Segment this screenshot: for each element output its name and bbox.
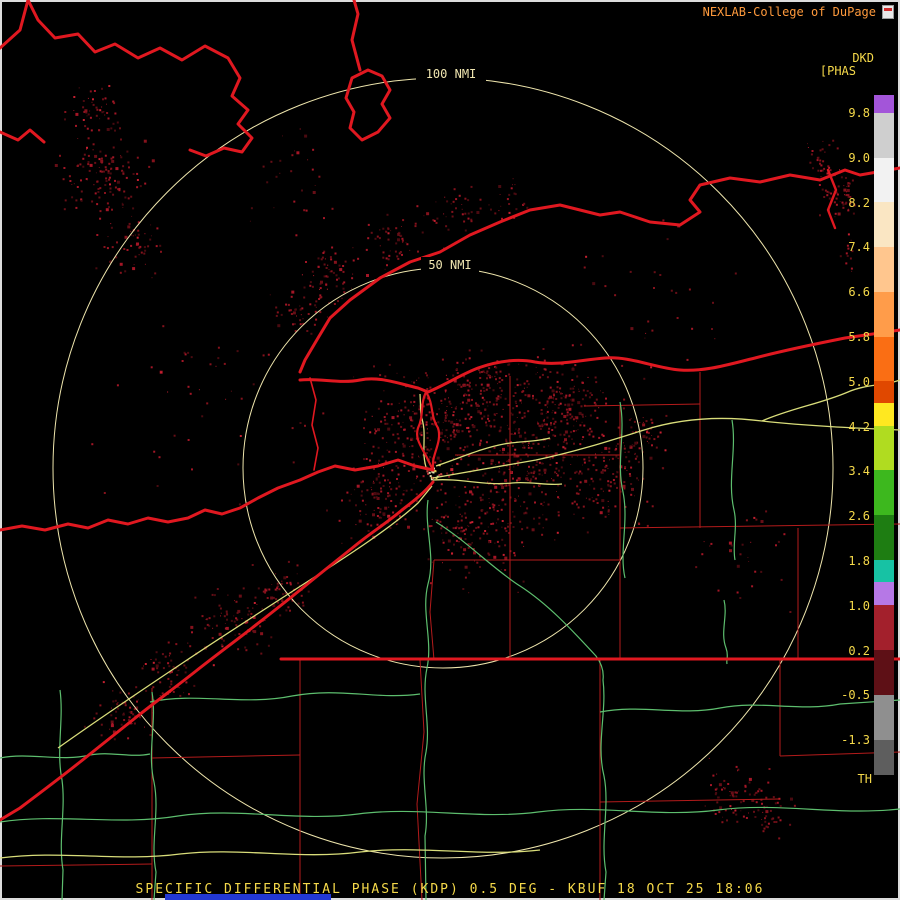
major-roads-layer [0, 380, 900, 858]
colorbar-tick-label: 6.6 [822, 285, 870, 299]
radar-display: 100 NMI 50 NMI NEXLAB-College of DuPage … [0, 0, 900, 900]
colorbar-segment [874, 470, 894, 515]
colorbar-tick-label: 5.0 [822, 375, 870, 389]
canada-shoreline [28, 0, 252, 156]
range-ring-50nmi [243, 268, 643, 668]
colorbar-segment [874, 650, 894, 695]
range-rings-layer [53, 78, 833, 858]
range-ring-100nmi [53, 78, 833, 858]
colorbar-tick-label: 4.2 [822, 420, 870, 434]
colorbar-segment [874, 202, 894, 247]
colorbar-segment [874, 337, 894, 381]
ring-label-50nmi: 50 NMI [428, 258, 471, 272]
colorbar-segment [874, 247, 894, 292]
colorbar-tick-label: -0.5 [822, 688, 870, 702]
lake-ontario-north-shore [300, 168, 900, 372]
brand-link[interactable]: NEXLAB-College of DuPage [703, 5, 876, 19]
colorbar-tick-label: 9.0 [822, 151, 870, 165]
colorbar-tick-label: -1.3 [822, 733, 870, 747]
colorbar-segment [874, 695, 894, 740]
range-ring-labels: 100 NMI 50 NMI [416, 66, 486, 272]
colorbar-segment [874, 515, 894, 560]
colorbar-tick-label: 1.8 [822, 554, 870, 568]
lake-erie-north-shore [0, 460, 433, 530]
state-borders-layer [0, 0, 900, 820]
colorbar-segment [874, 740, 894, 775]
lake-erie-us-shore [0, 482, 433, 820]
colorbar-tick-label: 7.4 [822, 240, 870, 254]
colorbar-product-code: DKD [852, 51, 874, 65]
page-icon [882, 5, 894, 19]
colorbar-tick-label: 3.4 [822, 464, 870, 478]
colorbar-segment [874, 403, 894, 426]
colorbar-tick-label: 5.8 [822, 330, 870, 344]
colorbar-segment [874, 292, 894, 337]
ring-label-100nmi: 100 NMI [426, 67, 477, 81]
colorbar-segment [874, 113, 894, 158]
colorbar-segment [874, 560, 894, 582]
colorbar-segment [874, 95, 894, 113]
colorbar-tick-label: 8.2 [822, 196, 870, 210]
colorbar-unit-label: [PHAS [820, 64, 856, 78]
lake-ontario-south-shore [300, 330, 900, 392]
colorbar-segment [874, 381, 894, 403]
colorbar-segment [874, 582, 894, 605]
footer-highlight-bar [165, 894, 331, 900]
colorbar-segment [874, 158, 894, 202]
radar-map: 100 NMI 50 NMI [0, 0, 900, 900]
colorbar-bottom-label: TH [858, 772, 872, 786]
colorbar-tick-label: 9.8 [822, 106, 870, 120]
colorbar-segment [874, 426, 894, 470]
colorbar-tick-label: 1.0 [822, 599, 870, 613]
status-bar: SPECIFIC DIFFERENTIAL PHASE (KDP) 0.5 DE… [0, 882, 900, 897]
colorbar-segment [874, 605, 894, 650]
colorbar-tick-label: 2.6 [822, 509, 870, 523]
colorbar [874, 95, 894, 775]
colorbar-tick-label: 0.2 [822, 644, 870, 658]
